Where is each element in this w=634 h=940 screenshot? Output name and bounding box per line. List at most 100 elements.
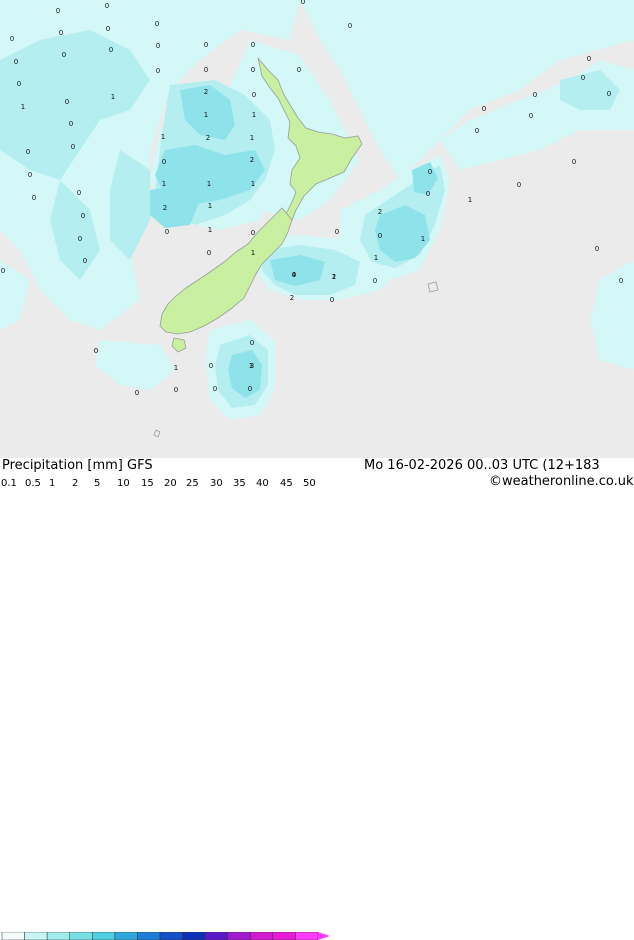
- colorbar-tick-label: 0.5: [25, 478, 41, 489]
- grid-value: 0: [81, 212, 85, 220]
- map-title: Precipitation [mm] GFS: [2, 458, 153, 473]
- grid-value: 0: [78, 235, 82, 243]
- colorbar-swatch: [227, 932, 251, 940]
- grid-value: 0: [426, 190, 430, 198]
- grid-value: 0: [65, 98, 69, 106]
- grid-value: 0: [109, 46, 113, 54]
- colorbar-arrow: [318, 932, 330, 940]
- colorbar-swatch: [1, 932, 25, 940]
- grid-value: 2: [250, 156, 254, 164]
- grid-value: 0: [83, 257, 87, 265]
- grid-value: 0: [105, 2, 109, 10]
- grid-value: 0: [533, 91, 537, 99]
- grid-value: 0: [174, 386, 178, 394]
- grid-value: 0: [71, 143, 75, 151]
- grid-value: 0: [251, 41, 255, 49]
- grid-value: 2: [206, 134, 210, 142]
- grid-value: 0: [475, 127, 479, 135]
- grid-value: 0: [204, 41, 208, 49]
- grid-value: 0: [587, 55, 591, 63]
- grid-value: 1: [111, 93, 115, 101]
- colorbar-swatch: [137, 932, 161, 940]
- grid-value: 0: [378, 232, 382, 240]
- colorbar-swatch: [182, 932, 206, 940]
- grid-value: 0: [428, 168, 432, 176]
- grid-value: 0: [204, 66, 208, 74]
- colorbar-swatch: [69, 932, 93, 940]
- grid-value: 0: [10, 35, 14, 43]
- grid-value: 0: [373, 277, 377, 285]
- grid-value: 1: [204, 111, 208, 119]
- colorbar-swatch: [24, 932, 48, 940]
- colorbar-swatch: [250, 932, 274, 940]
- grid-value: 0: [213, 385, 217, 393]
- colorbar-tick-label: 30: [210, 478, 223, 489]
- grid-value: 0: [1, 267, 5, 275]
- colorbar: [1, 932, 330, 940]
- grid-value: 0: [335, 228, 339, 236]
- grid-value: 0: [32, 194, 36, 202]
- map-datetime: Mo 16-02-2026 00..03 UTC (12+183: [364, 458, 600, 473]
- grid-value: 2: [378, 208, 382, 216]
- grid-value: 0: [156, 67, 160, 75]
- grid-value: 0: [595, 245, 599, 253]
- colorbar-swatch: [92, 932, 116, 940]
- grid-value: 1: [421, 235, 425, 243]
- grid-value: 0: [301, 0, 305, 6]
- grid-value: 0: [297, 66, 301, 74]
- colorbar-tick-label: 15: [141, 478, 154, 489]
- colorbar-tick-label: 25: [186, 478, 199, 489]
- grid-value: 0: [56, 7, 60, 15]
- grid-value: 0: [619, 277, 623, 285]
- colorbar-tick-label: 5: [94, 478, 101, 489]
- grid-value: 0: [17, 80, 21, 88]
- grid-value: 1: [250, 134, 254, 142]
- colorbar-tick-label: 10: [117, 478, 130, 489]
- grid-value: 0: [251, 66, 255, 74]
- grid-value: 0: [529, 112, 533, 120]
- grid-value: 0: [330, 296, 334, 304]
- colorbar-tick-label: 0.1: [1, 478, 17, 489]
- colorbar-tick-label: 20: [164, 478, 177, 489]
- grid-value: 1: [21, 103, 25, 111]
- colorbar-swatch: [46, 932, 70, 940]
- colorbar-tick-label: 2: [72, 478, 79, 489]
- grid-value: 0: [14, 58, 18, 66]
- grid-value: 2: [290, 294, 294, 302]
- grid-value: 0: [581, 74, 585, 82]
- grid-value: 0: [207, 249, 211, 257]
- grid-value: 1: [161, 133, 165, 141]
- grid-value: 0: [607, 90, 611, 98]
- grid-value: 1: [468, 196, 472, 204]
- grid-value: 2: [332, 273, 336, 281]
- grid-value: 1: [208, 226, 212, 234]
- grid-value: 0: [26, 148, 30, 156]
- grid-value: 0: [252, 91, 256, 99]
- grid-value: 0: [155, 20, 159, 28]
- colorbar-swatch: [295, 932, 319, 940]
- colorbar-swatch: [272, 932, 296, 940]
- colorbar-swatch: [114, 932, 138, 940]
- grid-value: 0: [251, 229, 255, 237]
- colorbar-swatch: [159, 932, 183, 940]
- grid-value: 1: [174, 364, 178, 372]
- footer: Precipitation [mm] GFS Mo 16-02-2026 00.…: [0, 458, 634, 940]
- grid-value: 0: [28, 171, 32, 179]
- grid-value: 0: [165, 228, 169, 236]
- grid-value: 0: [250, 339, 254, 347]
- grid-value: 1: [207, 180, 211, 188]
- grid-value: 0: [209, 362, 213, 370]
- grid-value: 0: [248, 385, 252, 393]
- grid-value: 0: [348, 22, 352, 30]
- grid-value: 0: [69, 120, 73, 128]
- grid-value: 0: [482, 105, 486, 113]
- precipitation-map: 0 0 0 0 0 0 0 0 0 0 0 0 0 0 0 1 0 2 0 0 0 1 1 0 0 2 1 0 0 1 1 2 0 0 0 1 1 1 0 0…: [0, 0, 634, 458]
- colorbar-tick-label: 1: [49, 478, 56, 489]
- grid-value: 3: [250, 362, 254, 370]
- grid-value: 1: [162, 180, 166, 188]
- grid-value: 0: [135, 389, 139, 397]
- grid-value: 2: [204, 88, 208, 96]
- grid-value: 0: [62, 51, 66, 59]
- grid-value: 2: [163, 204, 167, 212]
- site-credit[interactable]: ©weatheronline.co.uk: [489, 474, 634, 489]
